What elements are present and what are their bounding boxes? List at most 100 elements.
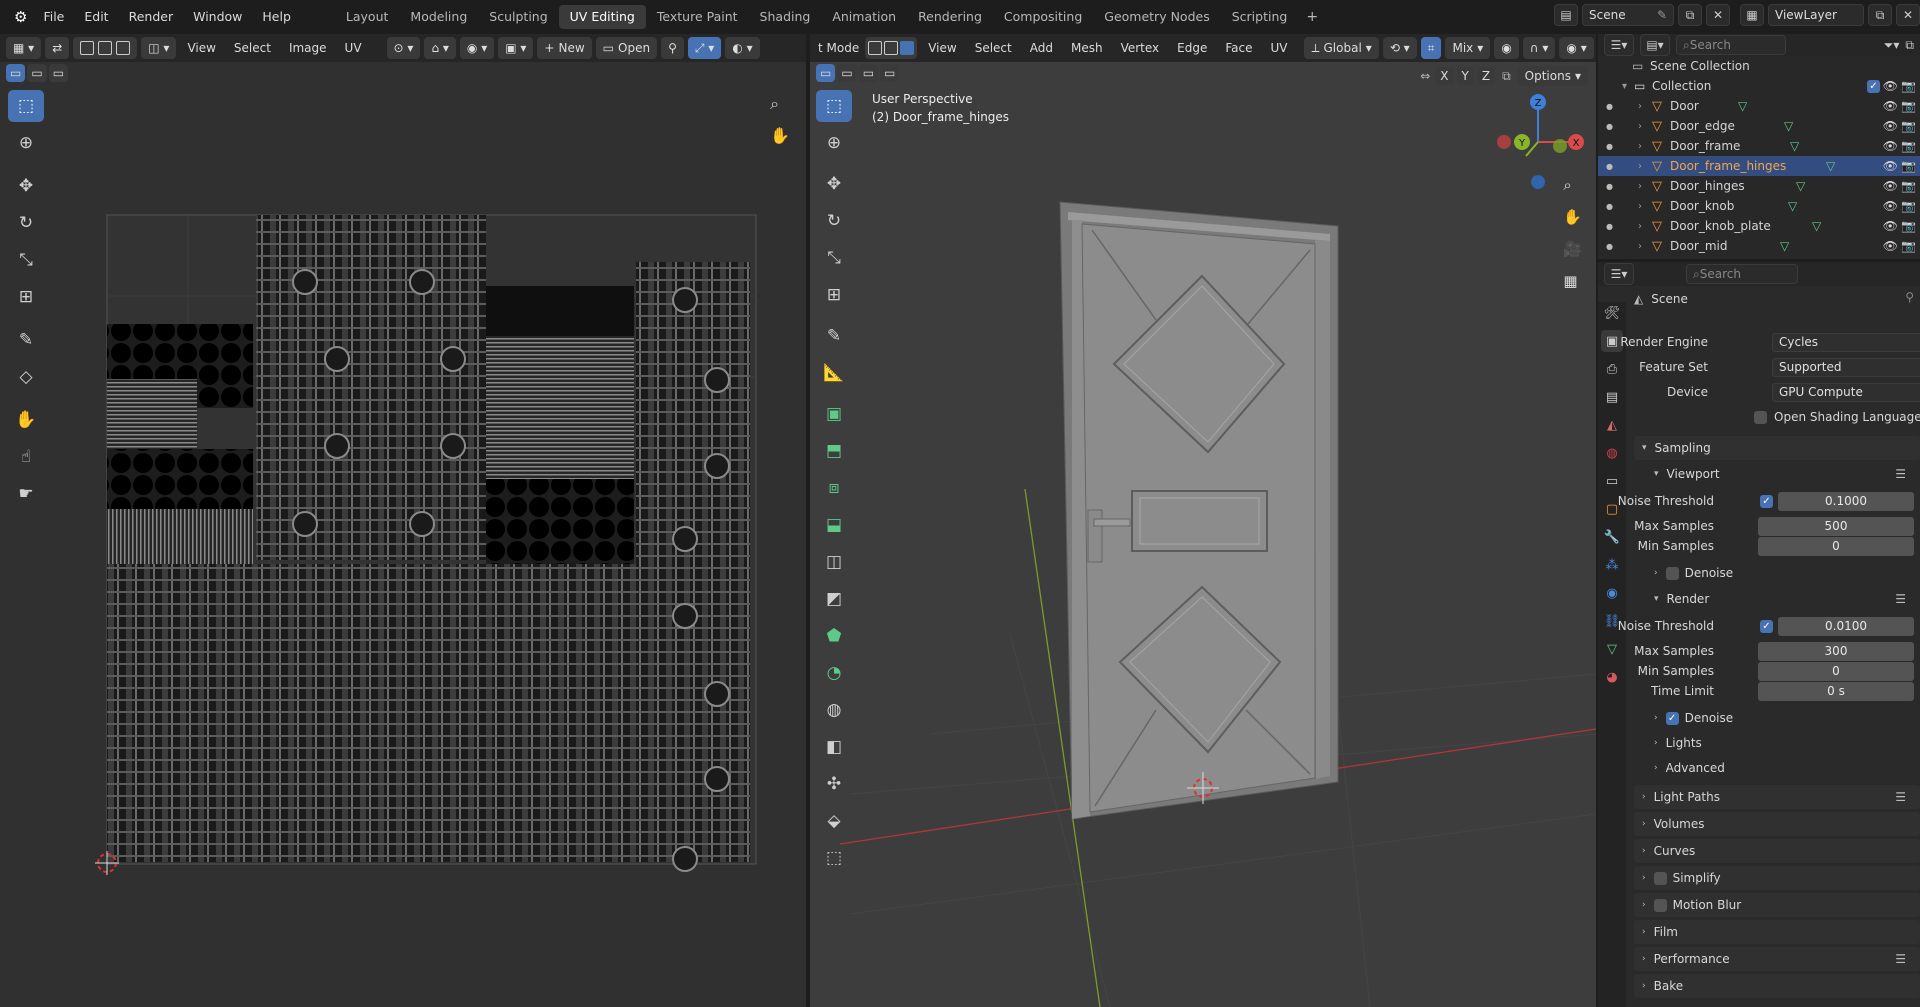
camera-icon[interactable]: 📷: [1901, 199, 1916, 213]
vp-min-samples-field[interactable]: 0: [1758, 536, 1914, 556]
scene-browse-icon[interactable]: ▤: [1554, 4, 1578, 26]
eye-icon[interactable]: 👁: [1883, 219, 1898, 233]
panel-bake[interactable]: › Bake: [1634, 974, 1920, 998]
blender-logo-icon[interactable]: ⚙: [8, 8, 33, 26]
vp-denoise-checkbox[interactable]: [1665, 566, 1679, 580]
tab-geometry-nodes[interactable]: Geometry Nodes: [1093, 5, 1220, 29]
new-viewlayer-icon[interactable]: ⧉: [1868, 4, 1892, 26]
outliner-scene-collection[interactable]: ▭ Scene Collection: [1598, 56, 1920, 76]
vp-denoise-subpanel[interactable]: › Denoise: [1634, 561, 1920, 585]
presets-list-icon[interactable]: ☰: [1895, 790, 1906, 804]
presets-list-icon[interactable]: ☰: [1895, 592, 1906, 606]
output-tab-icon[interactable]: ⎙: [1601, 358, 1623, 380]
camera-icon[interactable]: 📷: [1901, 159, 1916, 173]
eye-icon[interactable]: 👁: [1883, 99, 1898, 113]
menu-file[interactable]: File: [33, 0, 74, 34]
lights-subpanel[interactable]: › Lights: [1634, 731, 1920, 755]
vp-max-samples-field[interactable]: 500: [1758, 516, 1914, 536]
vp-noise-threshold-checkbox[interactable]: ✓: [1760, 494, 1773, 508]
camera-icon[interactable]: 📷: [1901, 119, 1916, 133]
chevron-right-icon[interactable]: ›: [1638, 241, 1642, 252]
tab-modeling[interactable]: Modeling: [399, 5, 478, 29]
eye-icon[interactable]: 👁: [1883, 79, 1898, 93]
physics-tab-icon[interactable]: ◉: [1601, 582, 1623, 604]
outliner-item-door-edge[interactable]: ● › ▽ Door_edge ▽ 👁 📷: [1598, 116, 1920, 136]
outliner-collection[interactable]: ▾ ▭ Collection ✓ 👁 📷: [1598, 76, 1920, 96]
eye-icon[interactable]: 👁: [1883, 239, 1898, 253]
camera-icon[interactable]: 📷: [1901, 179, 1916, 193]
tab-layout[interactable]: Layout: [335, 5, 400, 29]
tab-scripting[interactable]: Scripting: [1221, 5, 1299, 29]
chevron-right-icon[interactable]: ›: [1638, 141, 1642, 152]
add-workspace-button[interactable]: +: [1298, 9, 1326, 25]
exclude-checkbox[interactable]: ✓: [1867, 79, 1880, 93]
panel-simplify[interactable]: › Simplify: [1634, 866, 1920, 890]
sampling-panel-header[interactable]: ▾ Sampling: [1634, 436, 1920, 460]
chevron-right-icon[interactable]: ›: [1638, 161, 1642, 172]
vp-noise-threshold-field[interactable]: 0.1000: [1778, 491, 1914, 511]
properties-editor-type-icon[interactable]: ☰▾: [1604, 263, 1634, 285]
viewlayer-field[interactable]: ViewLayer: [1768, 4, 1864, 26]
camera-icon[interactable]: 📷: [1901, 79, 1916, 93]
outliner-item-door-frame-hinges[interactable]: ● › ▽ Door_frame_hinges ▽ 👁 📷: [1598, 156, 1920, 176]
render-subpanel-header[interactable]: ▾ Render ☰: [1634, 587, 1920, 611]
panel-motion-blur[interactable]: › Motion Blur: [1634, 893, 1920, 917]
chevron-right-icon[interactable]: ›: [1638, 101, 1642, 112]
panel-curves[interactable]: › Curves: [1634, 839, 1920, 863]
panel-film[interactable]: › Film: [1634, 920, 1920, 944]
r-noise-threshold-field[interactable]: 0.0100: [1778, 616, 1914, 636]
properties-search-field[interactable]: ⌕ Search: [1686, 264, 1798, 284]
scene-tab-icon[interactable]: ◭: [1601, 414, 1623, 436]
outliner-item-door-frame[interactable]: ● › ▽ Door_frame ▽ 👁 📷: [1598, 136, 1920, 156]
camera-icon[interactable]: 📷: [1901, 99, 1916, 113]
viewport-subpanel-header[interactable]: ▾ Viewport ☰: [1634, 462, 1920, 486]
osl-checkbox[interactable]: [1754, 410, 1767, 424]
outliner-editor-type-icon[interactable]: ☰▾: [1604, 34, 1634, 56]
outliner-search-field[interactable]: ⌕ Search: [1676, 35, 1786, 55]
advanced-subpanel[interactable]: › Advanced: [1634, 756, 1920, 780]
delete-scene-icon[interactable]: ✕: [1706, 4, 1730, 26]
eye-icon[interactable]: 👁: [1883, 159, 1898, 173]
eye-icon[interactable]: 👁: [1883, 139, 1898, 153]
eye-icon[interactable]: 👁: [1883, 199, 1898, 213]
door-model[interactable]: [1059, 201, 1339, 820]
data-tab-icon[interactable]: ▽: [1601, 638, 1623, 660]
outliner-item-door-hinges[interactable]: ● › ▽ Door_hinges ▽ 👁 📷: [1598, 176, 1920, 196]
outliner-item-door[interactable]: ● › ▽ Door ▽ 👁 📷: [1598, 96, 1920, 116]
r-denoise-subpanel[interactable]: › ✓ Denoise: [1634, 706, 1920, 730]
camera-icon[interactable]: 📷: [1901, 219, 1916, 233]
tab-rendering[interactable]: Rendering: [907, 5, 993, 29]
outliner-item-door-mid[interactable]: ● › ▽ Door_mid ▽ 👁 📷: [1598, 236, 1920, 256]
tab-animation[interactable]: Animation: [821, 5, 907, 29]
r-time-limit-field[interactable]: 0 s: [1758, 681, 1914, 701]
panel-performance[interactable]: › Performance ☰: [1634, 947, 1920, 971]
tab-compositing[interactable]: Compositing: [993, 5, 1093, 29]
tab-shading[interactable]: Shading: [749, 5, 822, 29]
panel-light-paths[interactable]: › Light Paths ☰: [1634, 785, 1920, 809]
r-noise-threshold-checkbox[interactable]: ✓: [1760, 619, 1773, 633]
menu-window[interactable]: Window: [183, 0, 252, 34]
panel-volumes[interactable]: › Volumes: [1634, 812, 1920, 836]
menu-help[interactable]: Help: [252, 0, 301, 34]
view-layer-tab-icon[interactable]: ▤: [1601, 386, 1623, 408]
chevron-right-icon[interactable]: ›: [1638, 221, 1642, 232]
presets-list-icon[interactable]: ☰: [1895, 952, 1906, 966]
camera-icon[interactable]: 📷: [1901, 139, 1916, 153]
tool-tab-icon[interactable]: 🛠: [1601, 302, 1623, 324]
material-tab-icon[interactable]: ◕: [1601, 666, 1623, 688]
scene-field[interactable]: Scene ✎: [1582, 4, 1674, 26]
delete-viewlayer-icon[interactable]: ✕: [1896, 4, 1920, 26]
feature-set-dropdown[interactable]: Supported: [1772, 357, 1920, 377]
chevron-right-icon[interactable]: ›: [1638, 181, 1642, 192]
eye-icon[interactable]: 👁: [1883, 119, 1898, 133]
chevron-down-icon[interactable]: ▾: [1622, 81, 1627, 92]
r-denoise-checkbox[interactable]: ✓: [1665, 711, 1679, 725]
outliner-item-door-knob-plate[interactable]: ● › ▽ Door_knob_plate ▽ 👁 📷: [1598, 216, 1920, 236]
modifier-tab-icon[interactable]: 🔧: [1601, 526, 1623, 548]
tab-texture-paint[interactable]: Texture Paint: [646, 5, 749, 29]
new-collection-icon[interactable]: ⧉: [1905, 38, 1914, 53]
world-tab-icon[interactable]: ◍: [1601, 442, 1623, 464]
new-scene-icon[interactable]: ⧉: [1678, 4, 1702, 26]
tab-sculpting[interactable]: Sculpting: [478, 5, 558, 29]
presets-list-icon[interactable]: ☰: [1895, 467, 1906, 481]
